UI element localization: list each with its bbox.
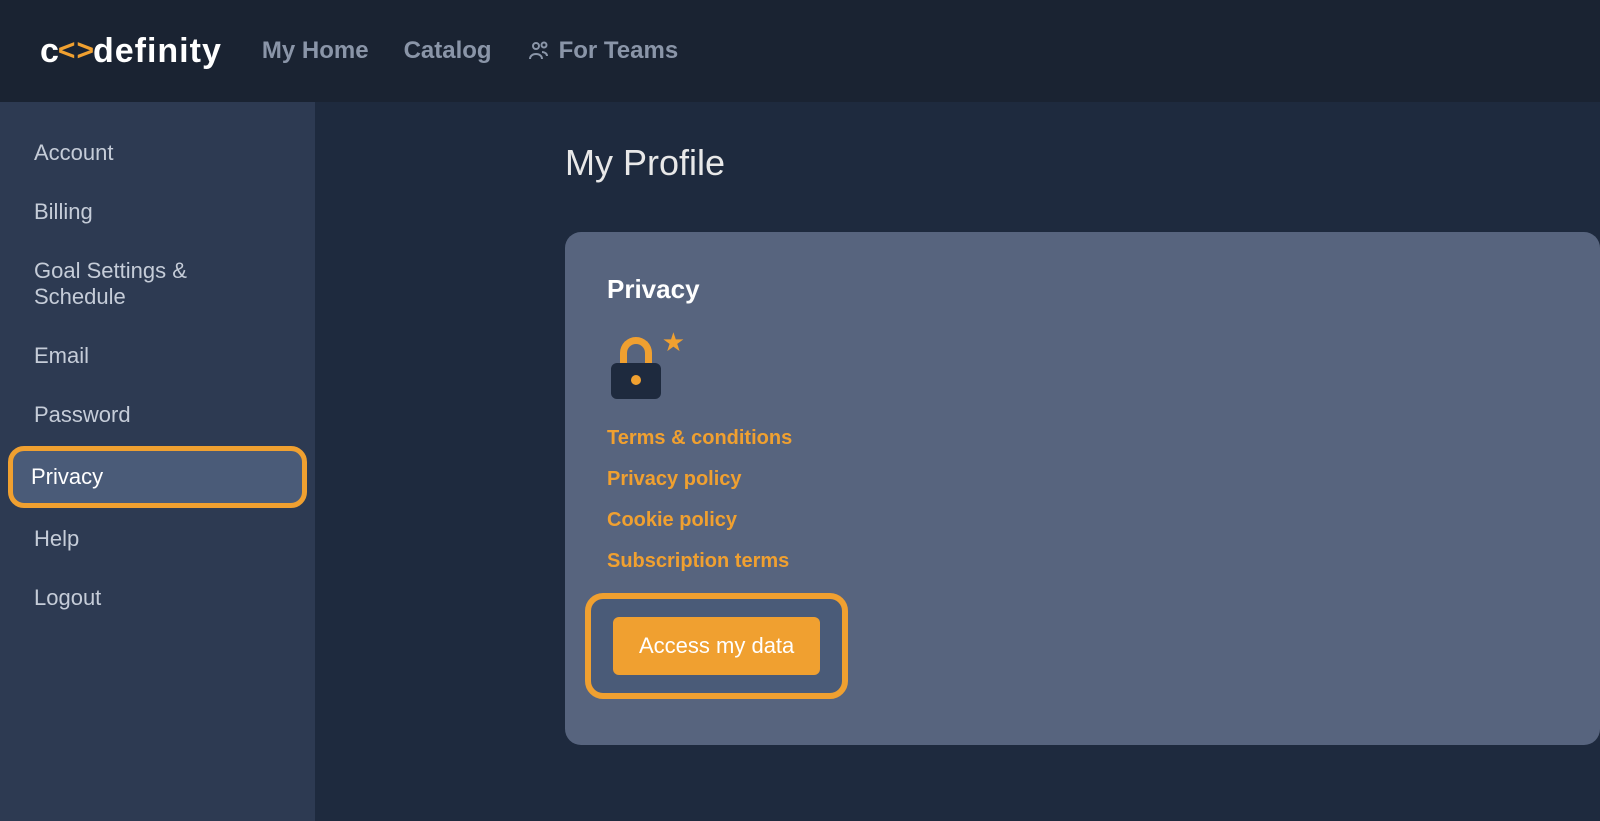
star-icon: ★ (662, 327, 685, 358)
nav-links: My Home Catalog For Teams (262, 37, 678, 65)
logo-brackets-icon: <> (58, 34, 95, 68)
logo-text-suffix: definity (93, 32, 222, 71)
logo[interactable]: c <> definity (40, 32, 222, 71)
sidebar-item-privacy[interactable]: Privacy (8, 446, 307, 508)
card-title: Privacy (607, 274, 1558, 305)
cookie-policy-link[interactable]: Cookie policy (607, 509, 1558, 532)
lock-star-icon: ★ (607, 329, 677, 399)
access-button-highlight: Access my data (585, 593, 848, 699)
logo-text-prefix: c (40, 32, 60, 71)
privacy-card: Privacy ★ Terms & conditions Privacy pol… (565, 232, 1600, 745)
sidebar-item-account[interactable]: Account (10, 125, 305, 181)
sidebar-item-billing[interactable]: Billing (10, 184, 305, 240)
sidebar-item-email[interactable]: Email (10, 328, 305, 384)
access-my-data-button[interactable]: Access my data (613, 617, 820, 675)
team-icon (527, 39, 551, 63)
main: Account Billing Goal Settings & Schedule… (0, 102, 1600, 821)
lock-keyhole-icon (631, 375, 641, 385)
sidebar: Account Billing Goal Settings & Schedule… (0, 102, 315, 821)
page-title: My Profile (565, 142, 1600, 184)
sidebar-item-goal-settings[interactable]: Goal Settings & Schedule (10, 243, 305, 325)
policy-links-list: Terms & conditions Privacy policy Cookie… (607, 427, 1558, 573)
subscription-terms-link[interactable]: Subscription terms (607, 550, 1558, 573)
nav-my-home[interactable]: My Home (262, 37, 369, 65)
sidebar-item-logout[interactable]: Logout (10, 570, 305, 626)
nav-catalog[interactable]: Catalog (404, 37, 492, 65)
terms-conditions-link[interactable]: Terms & conditions (607, 427, 1558, 450)
nav-for-teams-label: For Teams (559, 37, 679, 65)
lock-shackle-icon (620, 337, 652, 365)
nav-for-teams[interactable]: For Teams (527, 37, 679, 65)
sidebar-item-help[interactable]: Help (10, 511, 305, 567)
header: c <> definity My Home Catalog For Teams (0, 0, 1600, 102)
privacy-policy-link[interactable]: Privacy policy (607, 468, 1558, 491)
content: My Profile Privacy ★ Terms & conditions … (315, 102, 1600, 821)
sidebar-item-password[interactable]: Password (10, 387, 305, 443)
